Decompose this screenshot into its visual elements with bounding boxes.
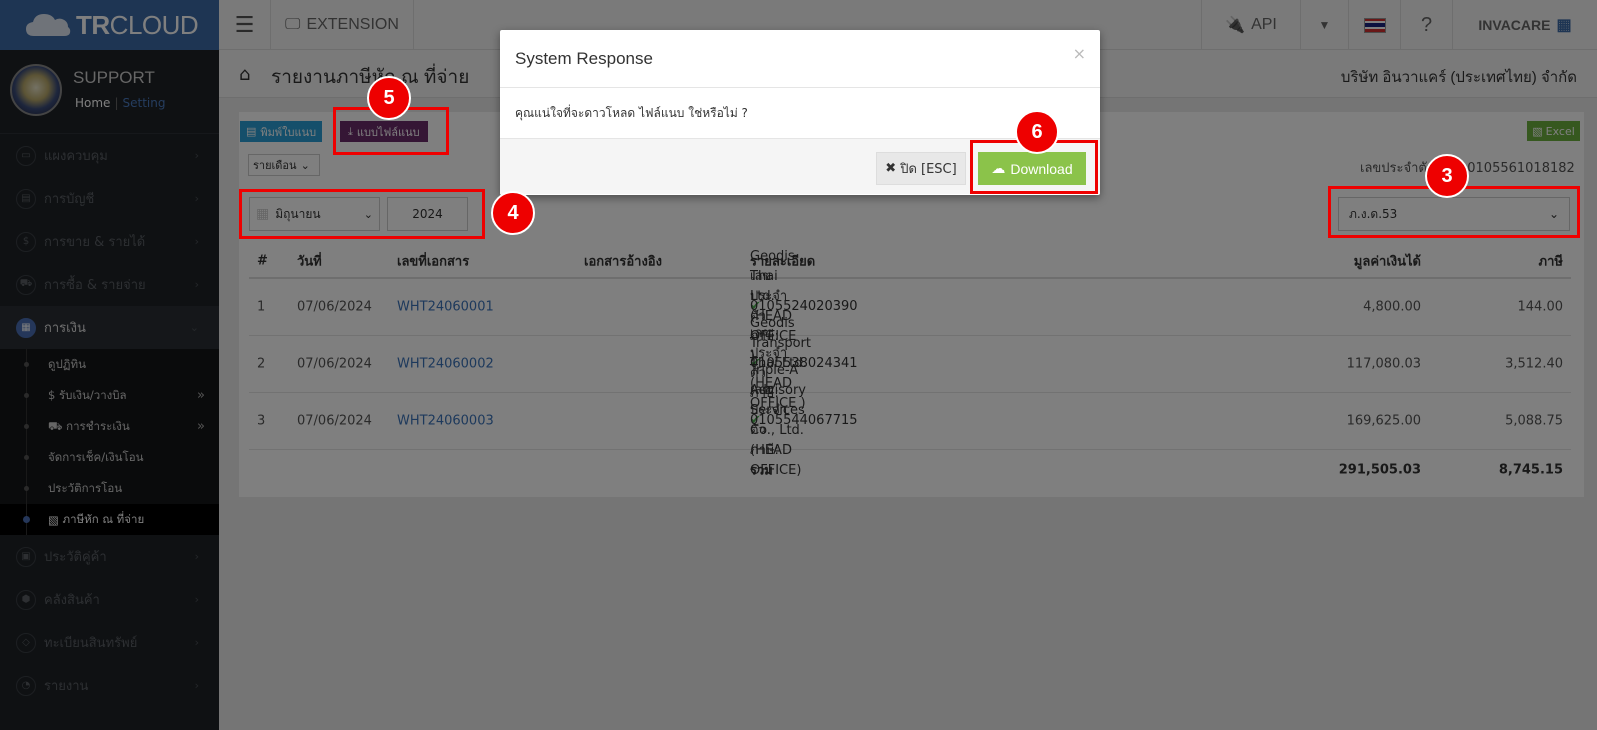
close-label: ปิด [ESC] <box>900 162 957 177</box>
close-button[interactable]: ✖ ปิด [ESC] <box>876 152 966 185</box>
callout-badge: 3 <box>1425 154 1469 198</box>
dialog-body: คุณแน่ใจที่จะดาวโหลด ไฟล์แนบ ใช่หรือไม่ … <box>500 88 1100 138</box>
dialog-message: คุณแน่ใจที่จะดาวโหลด ไฟล์แนบ ใช่หรือไม่ … <box>515 105 748 120</box>
callout-badge: 4 <box>491 191 535 235</box>
times-icon: ✖ <box>885 161 897 176</box>
callout-badge: 5 <box>367 76 411 120</box>
callout-box-period <box>239 189 485 239</box>
dialog-header: System Response × <box>500 30 1100 88</box>
close-icon[interactable]: × <box>1073 44 1086 63</box>
dialog-title: System Response <box>515 48 653 68</box>
callout-badge: 6 <box>1015 110 1059 154</box>
